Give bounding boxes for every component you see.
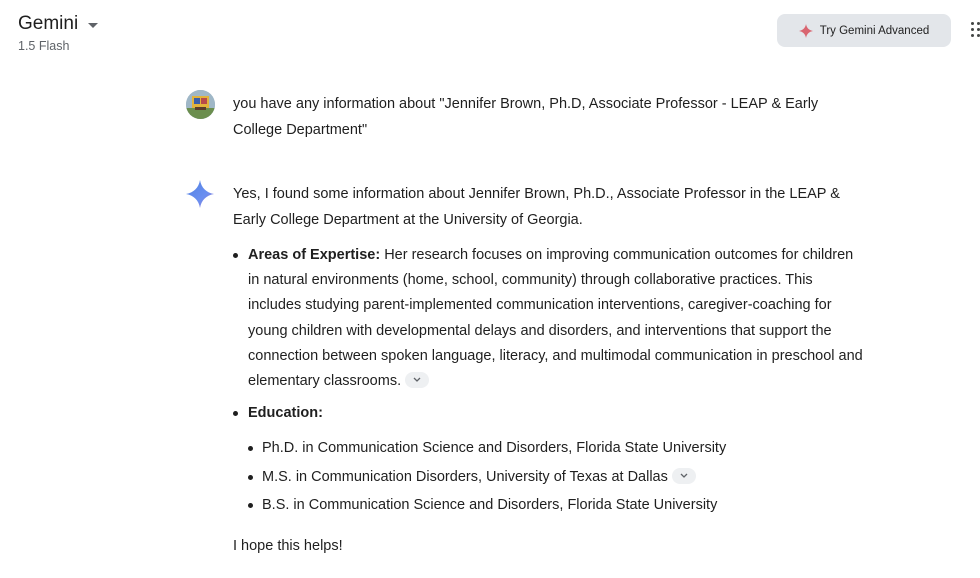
model-switcher[interactable]: Gemini 1.5 Flash — [18, 12, 99, 53]
expertise-text: Her research focuses on improving commun… — [248, 247, 863, 390]
expand-sources-button[interactable] — [405, 372, 430, 389]
education-item-text: M.S. in Communication Disorders, Univers… — [262, 468, 668, 485]
user-query: you have any information about "Jennifer… — [233, 96, 819, 138]
response-closing: I hope this helps! — [233, 537, 343, 554]
gemini-spark-icon — [186, 180, 214, 208]
avatar — [186, 90, 215, 119]
top-bar: Gemini 1.5 Flash Try Gemini Advanced — [0, 0, 980, 60]
gemini-response: Yes, I found some information about Jenn… — [233, 181, 863, 559]
gemini-advanced-spark-icon — [798, 23, 813, 38]
try-gemini-advanced-label: Try Gemini Advanced — [819, 24, 930, 37]
app-title: Gemini — [18, 13, 79, 34]
education-label: Education: — [248, 405, 323, 422]
response-intro: Yes, I found some information about Jenn… — [233, 186, 840, 228]
chevron-down-icon — [680, 473, 688, 479]
education-item: Ph.D. in Communication Science and Disor… — [248, 434, 863, 463]
dropdown-caret-icon — [88, 22, 99, 28]
expertise-label: Areas of Expertise: — [248, 247, 381, 263]
expand-sources-button[interactable] — [671, 468, 696, 485]
response-list: Areas of Expertise: Her research focuses… — [233, 243, 863, 520]
education-item: M.S. in Communication Disorders, Univers… — [248, 463, 863, 492]
try-gemini-advanced-button[interactable]: Try Gemini Advanced — [777, 14, 951, 47]
chevron-down-icon — [413, 377, 421, 383]
list-item-education: Education: Ph.D. in Communication Scienc… — [233, 401, 863, 520]
list-item-expertise: Areas of Expertise: Her research focuses… — [233, 243, 863, 394]
education-list: Ph.D. in Communication Science and Disor… — [248, 434, 863, 520]
apps-grid-icon[interactable] — [971, 22, 980, 40]
education-item: B.S. in Communication Science and Disord… — [248, 491, 863, 520]
model-version: 1.5 Flash — [18, 39, 70, 53]
